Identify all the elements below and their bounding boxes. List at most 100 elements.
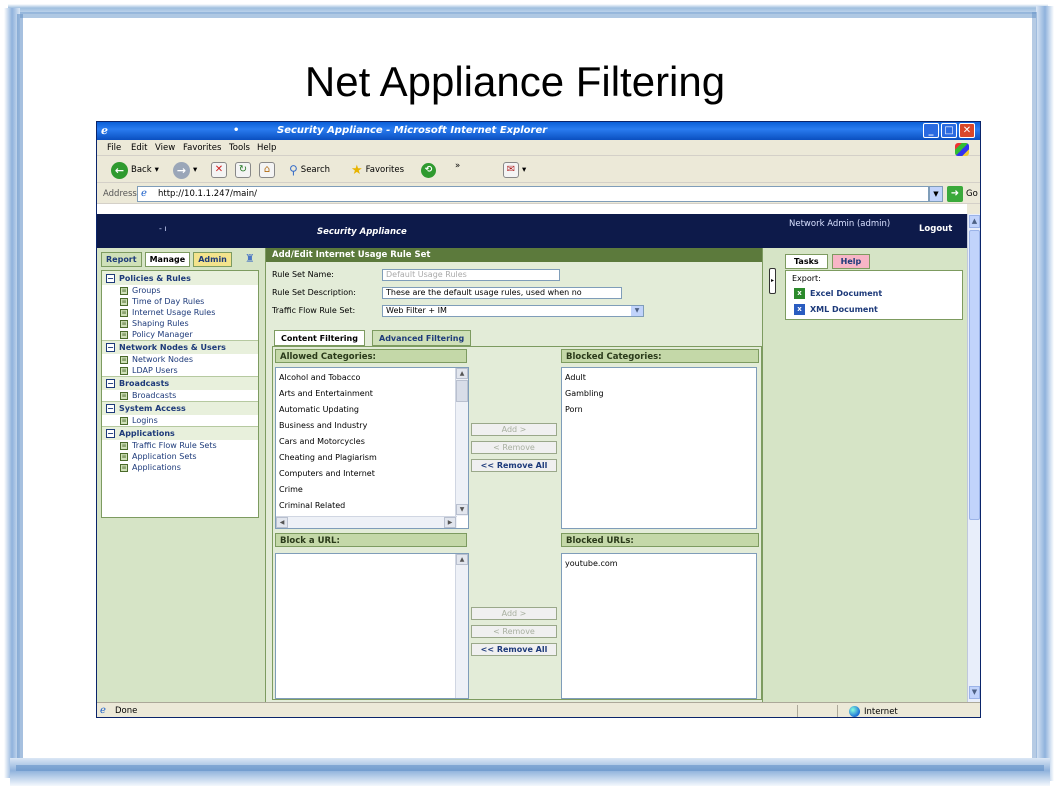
- nav-item-shaping[interactable]: ≡ Shaping Rules: [102, 318, 258, 329]
- nav-section-network[interactable]: − Network Nodes & Users: [102, 340, 258, 354]
- list-item[interactable]: Automatic Updating: [276, 402, 468, 418]
- nav-item-ldap-users[interactable]: ≡ LDAP Users: [102, 365, 258, 376]
- scroll-up-icon[interactable]: ▲: [456, 554, 468, 565]
- mail-button[interactable]: ✉ ▾: [503, 161, 526, 179]
- remove-url-button[interactable]: < Remove: [471, 625, 557, 638]
- block-url-input[interactable]: ▲: [275, 553, 469, 699]
- chevron-down-icon: ▼: [631, 306, 643, 316]
- nav-section-applications[interactable]: − Applications: [102, 426, 258, 440]
- scroll-right-icon[interactable]: ▶: [444, 517, 456, 528]
- page-scrollbar[interactable]: ▲ ▼: [967, 214, 980, 702]
- menu-edit[interactable]: Edit: [131, 143, 147, 153]
- allowed-list-hscrollbar[interactable]: ◀ ▶: [276, 516, 457, 528]
- back-button[interactable]: ← Back ▾: [111, 161, 159, 179]
- nav-section-system-access[interactable]: − System Access: [102, 401, 258, 415]
- address-url: http://10.1.1.247/main/: [158, 189, 257, 199]
- list-item[interactable]: Arts and Entertainment: [276, 386, 468, 402]
- list-item[interactable]: Crime: [276, 482, 468, 498]
- nav-item-time-of-day[interactable]: ≡ Time of Day Rules: [102, 296, 258, 307]
- list-item[interactable]: Porn: [562, 402, 756, 418]
- tab-admin[interactable]: Admin: [193, 252, 232, 267]
- remove-all-categories-button[interactable]: << Remove All: [471, 459, 557, 472]
- tab-content-filtering[interactable]: Content Filtering: [274, 330, 365, 346]
- remove-all-urls-button[interactable]: << Remove All: [471, 643, 557, 656]
- traffic-flow-select[interactable]: Web Filter + IM ▼: [382, 305, 644, 317]
- logout-link[interactable]: Logout: [919, 224, 952, 234]
- browser-toolbar: ← Back ▾ → ▾ ✕ ↻ ⌂ ⚲ Search ★ Favorites …: [97, 157, 980, 183]
- list-item[interactable]: Criminal Related: [276, 498, 468, 514]
- blocked-urls-list[interactable]: youtube.com: [561, 553, 757, 699]
- nav-item-logins[interactable]: ≡ Logins: [102, 415, 258, 426]
- stop-button[interactable]: ✕: [211, 161, 227, 179]
- tasks-tabs: Tasks Help: [785, 254, 871, 269]
- user-help-icon[interactable]: ♜: [245, 252, 259, 266]
- scroll-down-icon[interactable]: ▼: [456, 504, 468, 515]
- nav-item-groups[interactable]: ≡ Groups: [102, 285, 258, 296]
- tab-manage[interactable]: Manage: [144, 252, 191, 267]
- security-zone: Internet: [849, 706, 898, 717]
- scroll-up-icon[interactable]: ▲: [456, 368, 468, 379]
- favorites-button[interactable]: ★ Favorites: [351, 161, 404, 179]
- add-category-button[interactable]: Add >: [471, 423, 557, 436]
- nav-item-applications[interactable]: ≡ Applications: [102, 462, 258, 473]
- list-item[interactable]: Cheating and Plagiarism: [276, 450, 468, 466]
- add-url-button[interactable]: Add >: [471, 607, 557, 620]
- menu-tools[interactable]: Tools: [229, 143, 250, 153]
- nav-section-policies[interactable]: − Policies & Rules: [102, 271, 258, 285]
- xml-icon: x: [794, 304, 805, 315]
- remove-category-button[interactable]: < Remove: [471, 441, 557, 454]
- allowed-categories-list[interactable]: Alcohol and Tobacco Arts and Entertainme…: [275, 367, 469, 529]
- tab-report[interactable]: Report: [101, 252, 142, 267]
- maximize-button[interactable]: □: [941, 123, 957, 138]
- url-input-scrollbar[interactable]: ▲: [455, 554, 468, 698]
- menu-view[interactable]: View: [155, 143, 175, 153]
- search-button[interactable]: ⚲ Search: [289, 161, 330, 179]
- export-xml-link[interactable]: x XML Document: [794, 304, 878, 315]
- minimize-button[interactable]: _: [923, 123, 939, 138]
- go-button[interactable]: ➜ Go: [947, 186, 978, 202]
- nav-tree: − Policies & Rules ≡ Groups ≡ Time of Day R…: [101, 270, 259, 518]
- tab-tasks[interactable]: Tasks: [785, 254, 828, 269]
- app-content: Report Manage Admin ♜ − Policies & Rules …: [97, 248, 967, 702]
- scroll-up-icon[interactable]: ▲: [969, 215, 980, 228]
- nav-item-internet-usage[interactable]: ≡ Internet Usage Rules: [102, 307, 258, 318]
- refresh-button[interactable]: ↻: [235, 161, 251, 179]
- menu-help[interactable]: Help: [257, 143, 276, 153]
- blocked-categories-list[interactable]: Adult Gambling Porn: [561, 367, 757, 529]
- nav-item-application-sets[interactable]: ≡ Application Sets: [102, 451, 258, 462]
- list-item[interactable]: Gambling: [562, 386, 756, 402]
- close-button[interactable]: ✕: [959, 123, 975, 138]
- list-item[interactable]: youtube.com: [562, 556, 756, 572]
- export-excel-link[interactable]: x Excel Document: [794, 288, 882, 299]
- nav-item-traffic-flow[interactable]: ≡ Traffic Flow Rule Sets: [102, 440, 258, 451]
- list-item[interactable]: Cars and Motorcycles: [276, 434, 468, 450]
- scroll-down-icon[interactable]: ▼: [969, 686, 980, 699]
- list-item[interactable]: Computers and Internet: [276, 466, 468, 482]
- toolbar-chevron[interactable]: »: [455, 157, 460, 175]
- home-button[interactable]: ⌂: [259, 161, 275, 179]
- rule-set-description-input[interactable]: These are the default usage rules, used …: [382, 287, 622, 299]
- rule-set-editor: Add/Edit Internet Usage Rule Set Rule Se…: [265, 248, 763, 702]
- home-icon: ⌂: [259, 162, 275, 178]
- history-button[interactable]: ⟲: [421, 161, 436, 179]
- menu-file[interactable]: File: [107, 143, 121, 153]
- address-dropdown-icon[interactable]: ▼: [929, 186, 943, 202]
- nav-item-broadcasts[interactable]: ≡ Broadcasts: [102, 390, 258, 401]
- scroll-thumb[interactable]: [969, 230, 980, 520]
- nav-item-policy-manager[interactable]: ≡ Policy Manager: [102, 329, 258, 340]
- collapse-panel-handle[interactable]: ▸: [769, 268, 776, 294]
- rule-set-name-input[interactable]: Default Usage Rules: [382, 269, 560, 281]
- address-input[interactable]: ℯ http://10.1.1.247/main/: [137, 186, 929, 202]
- scroll-thumb[interactable]: [456, 380, 468, 402]
- nav-section-broadcasts[interactable]: − Broadcasts: [102, 376, 258, 390]
- list-item[interactable]: Adult: [562, 370, 756, 386]
- forward-button[interactable]: → ▾: [173, 161, 197, 179]
- allowed-list-vscrollbar[interactable]: ▲ ▼: [455, 368, 468, 516]
- tab-advanced-filtering[interactable]: Advanced Filtering: [372, 330, 472, 346]
- menu-favorites[interactable]: Favorites: [183, 143, 221, 153]
- scroll-left-icon[interactable]: ◀: [276, 517, 288, 528]
- list-item[interactable]: Alcohol and Tobacco: [276, 370, 468, 386]
- nav-item-network-nodes[interactable]: ≡ Network Nodes: [102, 354, 258, 365]
- list-item[interactable]: Business and Industry: [276, 418, 468, 434]
- tab-help[interactable]: Help: [831, 254, 871, 269]
